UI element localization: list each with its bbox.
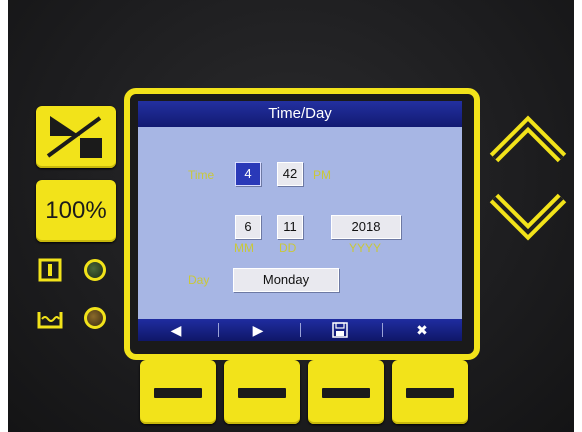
tank-indicator-led [84, 307, 106, 329]
softkey-button-4[interactable] [392, 360, 468, 424]
zoom-100-label: 100% [45, 197, 107, 224]
chevron-up-icon[interactable] [488, 108, 568, 170]
save-icon[interactable] [310, 319, 370, 341]
power-indicator-led [84, 259, 106, 281]
toggle-display-button[interactable] [36, 106, 116, 168]
year-label: YYYY [349, 241, 382, 255]
softkey-button-2[interactable] [224, 360, 300, 424]
time-label: Time [188, 168, 215, 182]
minute-field[interactable]: 42 [277, 162, 303, 186]
month-label: MM [234, 241, 254, 255]
softkey-button-1[interactable] [140, 360, 216, 424]
left-arrow-icon[interactable]: ◀ [146, 319, 206, 341]
screen-title: Time/Day [138, 101, 462, 127]
right-arrow-icon[interactable]: ▶ [228, 319, 288, 341]
lcd-screen: Time/Day Time 4 42 PM 6 11 2018 MM DD YY… [138, 101, 462, 341]
tank-icon [37, 312, 63, 329]
floppy-disk-icon [332, 322, 348, 338]
year-field[interactable]: 2018 [331, 215, 401, 239]
hour-field[interactable]: 4 [235, 162, 261, 186]
day-field[interactable]: 11 [277, 215, 303, 239]
power-icon [38, 258, 62, 282]
zoom-100-button[interactable]: 100% [36, 180, 116, 242]
day-label: DD [279, 241, 297, 255]
month-field[interactable]: 6 [235, 215, 261, 239]
chevron-down-icon[interactable] [488, 186, 568, 248]
weekday-label: Day [188, 273, 210, 287]
softkey-bar: ◀ ▶ ✖ [138, 319, 462, 341]
ampm-label: PM [313, 168, 331, 182]
diagonal-split-icon [46, 116, 102, 158]
cancel-icon[interactable]: ✖ [392, 319, 452, 341]
softkey-button-3[interactable] [308, 360, 384, 424]
weekday-field[interactable]: Monday [233, 268, 339, 292]
